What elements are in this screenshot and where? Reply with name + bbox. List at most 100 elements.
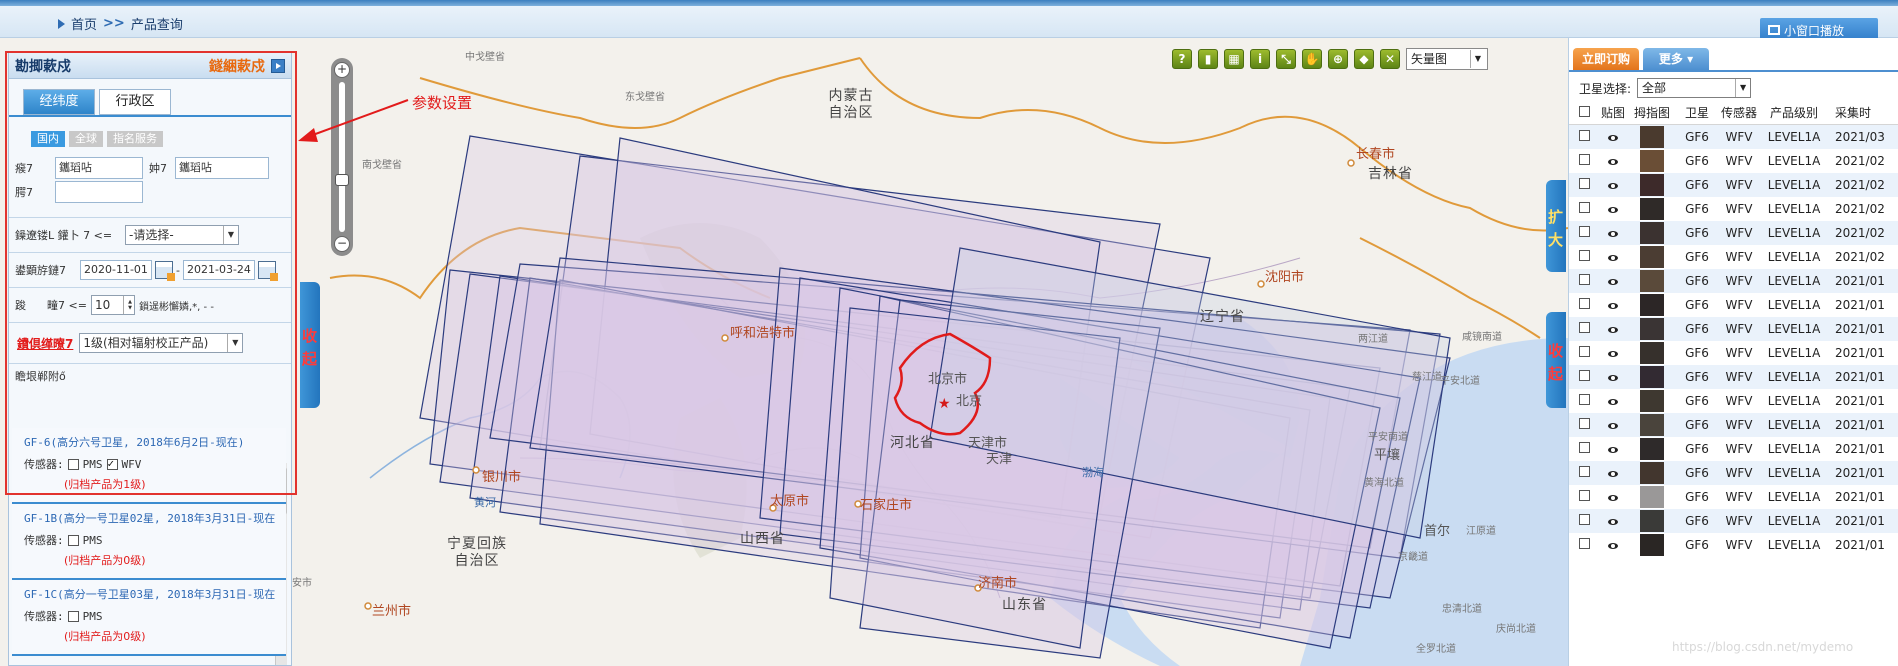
row-checkbox[interactable]	[1579, 130, 1590, 141]
eye-icon[interactable]	[1608, 375, 1618, 381]
table-row[interactable]: GF6 WFV LEVEL1A 2021/01	[1569, 341, 1898, 365]
eye-icon[interactable]	[1608, 183, 1618, 189]
eye-icon[interactable]	[1608, 423, 1618, 429]
table-row[interactable]: GF6 WFV LEVEL1A 2021/01	[1569, 365, 1898, 389]
table-row[interactable]: GF6 WFV LEVEL1A 2021/01	[1569, 269, 1898, 293]
row-checkbox[interactable]	[1579, 154, 1590, 165]
eye-icon[interactable]	[1608, 543, 1618, 549]
table-row[interactable]: GF6 WFV LEVEL1A 2021/01	[1569, 485, 1898, 509]
tab-latlon[interactable]: 经纬度	[23, 89, 95, 115]
row-checkbox[interactable]	[1579, 202, 1590, 213]
row-checkbox[interactable]	[1579, 226, 1590, 237]
row-checkbox[interactable]	[1579, 418, 1590, 429]
quicklook-thumbnail[interactable]	[1640, 510, 1664, 532]
fullscreen-icon[interactable]: ⤡	[1276, 49, 1296, 69]
satellite-select[interactable]: 全部	[1637, 78, 1752, 98]
quicklook-thumbnail[interactable]	[1640, 198, 1664, 220]
eye-icon[interactable]	[1608, 399, 1618, 405]
breadcrumb-home[interactable]: 首页	[71, 14, 97, 33]
eye-icon[interactable]	[1608, 135, 1618, 141]
pms-checkbox[interactable]	[67, 458, 79, 470]
row-checkbox[interactable]	[1579, 538, 1590, 549]
zoom-slider[interactable]: + −	[331, 58, 353, 256]
pms-checkbox[interactable]	[67, 610, 79, 622]
table-row[interactable]: GF6 WFV LEVEL1A 2021/01	[1569, 413, 1898, 437]
quicklook-thumbnail[interactable]	[1640, 462, 1664, 484]
table-row[interactable]: GF6 WFV LEVEL1A 2021/01	[1569, 533, 1898, 557]
more-tab-label[interactable]: 更多	[1659, 52, 1683, 66]
table-row[interactable]: GF6 WFV LEVEL1A 2021/02	[1569, 173, 1898, 197]
order-now-tab[interactable]: 立即订购	[1573, 48, 1639, 70]
row-checkbox[interactable]	[1579, 274, 1590, 285]
left-collapse-tab[interactable]: 收起	[300, 282, 320, 408]
table-row[interactable]: GF6 WFV LEVEL1A 2021/01	[1569, 437, 1898, 461]
quicklook-thumbnail[interactable]	[1640, 126, 1664, 148]
province-input[interactable]: 鑴瑫呫	[55, 157, 143, 179]
table-row[interactable]: GF6 WFV LEVEL1A 2021/02	[1569, 221, 1898, 245]
zoom-thumb[interactable]	[335, 174, 349, 186]
row-checkbox[interactable]	[1579, 346, 1590, 357]
scope-global-button[interactable]: 全球	[69, 131, 103, 147]
table-row[interactable]: GF6 WFV LEVEL1A 2021/02	[1569, 197, 1898, 221]
eye-icon[interactable]	[1608, 231, 1618, 237]
eye-icon[interactable]	[1608, 495, 1618, 501]
ruler-icon[interactable]: ▮	[1198, 49, 1218, 69]
pan-hand-icon[interactable]: ✋	[1302, 49, 1322, 69]
row-checkbox[interactable]	[1579, 322, 1590, 333]
quicklook-thumbnail[interactable]	[1640, 366, 1664, 388]
table-row[interactable]: GF6 WFV LEVEL1A 2021/01	[1569, 317, 1898, 341]
eye-icon[interactable]	[1608, 447, 1618, 453]
wfv-checkbox[interactable]	[106, 457, 118, 470]
quicklook-thumbnail[interactable]	[1640, 150, 1664, 172]
quicklook-thumbnail[interactable]	[1640, 342, 1664, 364]
pms-checkbox[interactable]	[67, 534, 79, 546]
eye-icon[interactable]	[1608, 351, 1618, 357]
quicklook-thumbnail[interactable]	[1640, 174, 1664, 196]
quicklook-thumbnail[interactable]	[1640, 414, 1664, 436]
area-measure-icon[interactable]: ▦	[1224, 49, 1244, 69]
quicklook-thumbnail[interactable]	[1640, 270, 1664, 292]
panel-link-label[interactable]: 鐩綑蔌戍	[209, 56, 265, 76]
eye-icon[interactable]	[1608, 255, 1618, 261]
city-input[interactable]: 鑴瑫呫	[175, 157, 269, 179]
select-all-checkbox[interactable]	[1579, 105, 1590, 117]
right-collapse-tab[interactable]: 收起	[1546, 312, 1566, 408]
info-icon[interactable]: i	[1250, 49, 1270, 69]
county-input[interactable]	[55, 181, 143, 203]
row-checkbox[interactable]	[1579, 178, 1590, 189]
polygon-draw-icon[interactable]: ◆	[1354, 49, 1374, 69]
eye-icon[interactable]	[1608, 159, 1618, 165]
quicklook-thumbnail[interactable]	[1640, 438, 1664, 460]
row-checkbox[interactable]	[1579, 250, 1590, 261]
clear-icon[interactable]: ✕	[1380, 49, 1400, 69]
locate-icon[interactable]: ⊕	[1328, 49, 1348, 69]
eye-icon[interactable]	[1608, 519, 1618, 525]
calendar-icon[interactable]	[155, 261, 175, 281]
eye-icon[interactable]	[1608, 327, 1618, 333]
quicklook-thumbnail[interactable]	[1640, 222, 1664, 244]
table-row[interactable]: GF6 WFV LEVEL1A 2021/01	[1569, 293, 1898, 317]
start-date-input[interactable]: 2020-11-01	[80, 260, 152, 280]
table-row[interactable]: GF6 WFV LEVEL1A 2021/01	[1569, 509, 1898, 533]
quicklook-thumbnail[interactable]	[1640, 246, 1664, 268]
table-row[interactable]: GF6 WFV LEVEL1A 2021/01	[1569, 461, 1898, 485]
zoom-in-button[interactable]: +	[334, 62, 350, 78]
eye-icon[interactable]	[1608, 471, 1618, 477]
quicklook-thumbnail[interactable]	[1640, 294, 1664, 316]
tab-admin-region[interactable]: 行政区	[99, 89, 171, 115]
row-checkbox[interactable]	[1579, 298, 1590, 309]
right-expand-tab[interactable]: 扩大	[1546, 180, 1566, 272]
resolution-spinner[interactable]: 10	[91, 295, 135, 315]
row-checkbox[interactable]	[1579, 394, 1590, 405]
scope-named-button[interactable]: 指名服务	[107, 131, 163, 147]
quicklook-thumbnail[interactable]	[1640, 534, 1664, 556]
eye-icon[interactable]	[1608, 279, 1618, 285]
row-checkbox[interactable]	[1579, 514, 1590, 525]
quicklook-thumbnail[interactable]	[1640, 486, 1664, 508]
zoom-out-button[interactable]: −	[334, 236, 350, 252]
row-checkbox[interactable]	[1579, 490, 1590, 501]
table-row[interactable]: GF6 WFV LEVEL1A 2021/02	[1569, 245, 1898, 269]
end-date-input[interactable]: 2021-03-24	[182, 260, 255, 280]
panel-link[interactable]: 鐩綑蔌戍	[209, 56, 285, 76]
table-row[interactable]: GF6 WFV LEVEL1A 2021/01	[1569, 389, 1898, 413]
